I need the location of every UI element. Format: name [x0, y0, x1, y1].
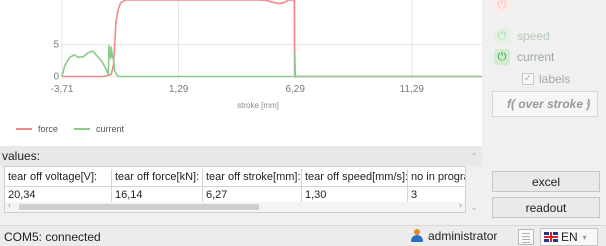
- control-panel: ⏻ ⏻ speed ⏻ current ✓ labels f( over str…: [482, 0, 606, 225]
- document-icon[interactable]: [518, 229, 534, 245]
- labels-checkbox[interactable]: ✓ labels: [522, 70, 570, 88]
- labels-checkbox-label: labels: [539, 72, 571, 86]
- table-cell[interactable]: 3: [408, 186, 465, 203]
- toggle-label: speed: [517, 29, 550, 43]
- language-value: EN: [561, 230, 578, 244]
- chart-panel: -3,71 1,29 6,29 11,29 0 5 stroke [mm] force cu…: [0, 0, 482, 146]
- table-header-row: tear off voltage[V]: tear off force[kN]:…: [5, 169, 466, 186]
- column-header: no in progra: [411, 171, 466, 183]
- table-cell[interactable]: 16,14: [112, 186, 203, 203]
- legend-label: current: [96, 124, 125, 134]
- table-cell[interactable]: 6,27: [203, 186, 302, 203]
- legend-label: force: [38, 124, 58, 134]
- y-tick-label: 5: [53, 40, 59, 51]
- user-indicator[interactable]: administrator: [410, 229, 497, 243]
- x-tick-label: 1,29: [169, 84, 189, 95]
- table-cell[interactable]: 20,34: [5, 186, 112, 203]
- x-tick-label: 11,29: [400, 84, 425, 95]
- toggle-label: current: [517, 50, 555, 64]
- flag-icon: [544, 232, 558, 242]
- column-header: tear off stroke[mm]:: [203, 169, 302, 186]
- x-axis-label: stroke [mm]: [237, 101, 279, 110]
- function-select[interactable]: f( over stroke ) ▾: [492, 91, 598, 117]
- x-tick-label: -3,71: [51, 84, 74, 95]
- chevron-down-icon[interactable]: ⌄: [468, 202, 480, 213]
- function-select-value: f( over stroke ): [507, 97, 591, 111]
- chart-legend: force current: [16, 124, 125, 134]
- chart-series: [61, 0, 482, 78]
- readout-button[interactable]: readout: [492, 197, 600, 218]
- user-name: administrator: [428, 229, 498, 243]
- series-line-force: [62, 0, 482, 78]
- chart-ticks: -3,71 1,29 6,29 11,29 0 5: [51, 40, 425, 95]
- table-row[interactable]: 20,34 16,14 6,27 1,30 3: [5, 186, 465, 203]
- toggle-row-current[interactable]: ⏻ current: [494, 48, 604, 66]
- x-tick-label: 6,29: [285, 84, 305, 95]
- toggle-row-speed[interactable]: ⏻ speed: [494, 27, 604, 45]
- stroke-chart: -3,71 1,29 6,29 11,29 0 5 stroke [mm] force cu…: [16, 0, 482, 134]
- power-icon[interactable]: ⏻: [494, 28, 510, 44]
- chevron-right-icon[interactable]: ›: [459, 200, 462, 210]
- y-tick-label: 0: [53, 71, 59, 82]
- values-table: tear off voltage[V]: tear off force[kN]:…: [4, 166, 466, 213]
- values-header: values: ⌃: [0, 146, 482, 166]
- power-icon[interactable]: ⏻: [494, 0, 510, 13]
- chevron-down-icon: ▾: [582, 232, 587, 242]
- chevron-down-icon: ▾: [585, 99, 590, 108]
- values-label: values:: [2, 149, 41, 163]
- column-header: tear off force[kN]:: [112, 169, 203, 186]
- connection-status: COM5: connected: [4, 230, 101, 244]
- user-icon: [410, 229, 424, 243]
- series-line-current: [61, 45, 482, 78]
- chevron-up-icon[interactable]: ⌃: [466, 146, 482, 166]
- table-cell[interactable]: 1,30: [302, 186, 408, 203]
- excel-button[interactable]: excel: [492, 171, 600, 192]
- status-bar: COM5: connected administrator EN ▾: [0, 225, 606, 246]
- check-icon[interactable]: ✓: [522, 73, 534, 85]
- column-header: tear off speed[mm/s]:: [302, 169, 408, 186]
- chevron-left-icon[interactable]: ‹: [8, 200, 11, 210]
- scrollbar-thumb[interactable]: [19, 204, 259, 210]
- toggle-row-hidden[interactable]: ⏻: [494, 0, 604, 14]
- chart-grid: [61, 0, 482, 79]
- main-window: -3,71 1,29 6,29 11,29 0 5 stroke [mm] force cu…: [0, 0, 606, 246]
- column-header: tear off voltage[V]:: [5, 169, 112, 186]
- power-icon[interactable]: ⏻: [494, 49, 510, 65]
- horizontal-scrollbar[interactable]: ‹ ›: [5, 200, 465, 212]
- language-select[interactable]: EN ▾: [540, 228, 598, 246]
